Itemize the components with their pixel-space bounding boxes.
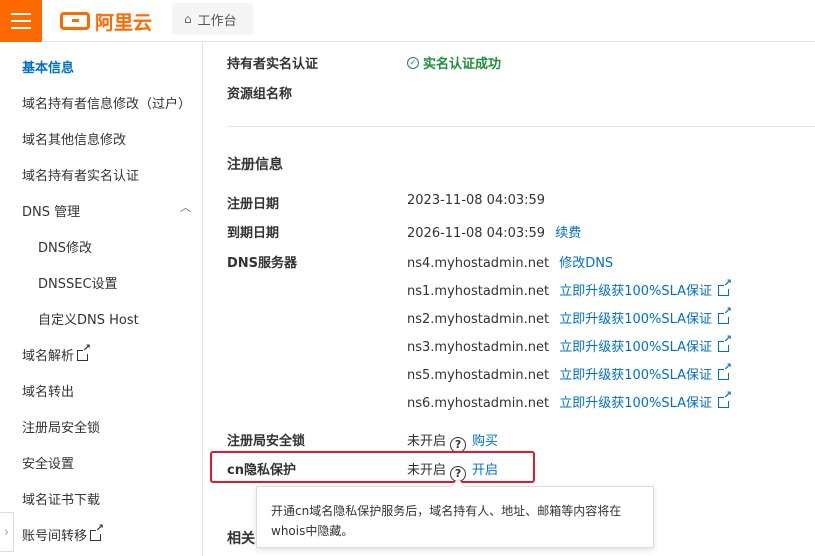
- registry-lock-row: 未开启? 购买: [407, 430, 498, 453]
- privacy-status: 未开启: [407, 463, 447, 478]
- privacy-tooltip: 开通cn域名隐私保护服务后，域名持有人、地址、邮箱等内容将在whois中隐藏。: [256, 478, 654, 548]
- top-bar: 阿里云 ⌂ 工作台: [0, 0, 815, 42]
- external-link-icon: [718, 279, 733, 296]
- logo-mark-icon: [60, 12, 90, 30]
- registration-title: 注册信息: [227, 157, 283, 173]
- dns-host: ns6.myhostadmin.net: [407, 396, 550, 411]
- dns-row: ns4.myhostadmin.net 修改DNS: [407, 252, 613, 271]
- sidebar-item-dns-modify[interactable]: DNS修改: [38, 237, 92, 256]
- check-circle-icon: ✓: [407, 56, 419, 69]
- exp-date-row: 2026-11-08 04:03:59 续费: [407, 222, 581, 241]
- dns-row: ns5.myhostadmin.net 立即升级获100%SLA保证: [407, 363, 733, 383]
- reg-date-value: 2023-11-08 04:03:59: [407, 193, 546, 208]
- sidebar-collapse-handle[interactable]: ›: [0, 512, 14, 552]
- main-content: 持有者实名认证 ✓ 实名认证成功 资源组名称 注册信息 注册日期 2023-11…: [204, 42, 815, 556]
- tooltip-text: 开通cn域名隐私保护服务后，域名持有人、地址、邮箱等内容将在whois中隐藏。: [271, 504, 622, 538]
- dns-host: ns4.myhostadmin.net: [407, 256, 550, 271]
- dns-row: ns2.myhostadmin.net 立即升级获100%SLA保证: [407, 307, 733, 327]
- enable-privacy-link[interactable]: 开启: [472, 463, 498, 478]
- upgrade-sla-link[interactable]: 立即升级获100%SLA保证: [559, 312, 712, 327]
- external-link-icon: [77, 344, 92, 361]
- chevron-right-icon: ›: [4, 525, 9, 539]
- dns-row: ns3.myhostadmin.net 立即升级获100%SLA保证: [407, 335, 733, 355]
- privacy-label: cn隐私保护: [227, 463, 296, 478]
- dns-host: ns3.myhostadmin.net: [407, 340, 550, 355]
- realname-value: 实名认证成功: [423, 57, 502, 72]
- external-link-icon: [718, 307, 733, 324]
- menu-icon[interactable]: [0, 0, 42, 42]
- dns-row: ns6.myhostadmin.net 立即升级获100%SLA保证: [407, 391, 733, 411]
- aliyun-logo[interactable]: 阿里云: [60, 9, 153, 34]
- upgrade-sla-link[interactable]: 立即升级获100%SLA保证: [559, 340, 712, 355]
- sidebar-item-registry-lock[interactable]: 注册局安全锁: [22, 417, 100, 436]
- sidebar-item-realname[interactable]: 域名持有者实名认证: [22, 165, 139, 184]
- sidebar-item-account-transfer[interactable]: 账号间转移: [22, 524, 105, 544]
- sidebar: 基本信息 域名持有者信息修改（过户） 域名其他信息修改 域名持有者实名认证 DN…: [0, 42, 203, 556]
- home-icon: ⌂: [184, 12, 192, 26]
- sidebar-item-transfer-out[interactable]: 域名转出: [22, 381, 74, 400]
- buy-lock-link[interactable]: 购买: [472, 434, 498, 449]
- sidebar-item-dnssec[interactable]: DNSSEC设置: [38, 273, 118, 292]
- sidebar-item-custom-dns-host[interactable]: 自定义DNS Host: [38, 309, 139, 328]
- resource-group-label: 资源组名称: [227, 87, 293, 102]
- dns-host: ns5.myhostadmin.net: [407, 368, 550, 383]
- sidebar-item-dns-manage[interactable]: DNS 管理: [22, 201, 80, 220]
- reg-date-label: 注册日期: [227, 197, 280, 212]
- dns-label: DNS服务器: [227, 256, 298, 271]
- exp-date-label: 到期日期: [227, 226, 280, 241]
- upgrade-sla-link[interactable]: 立即升级获100%SLA保证: [559, 368, 712, 383]
- external-link-icon: [718, 391, 733, 408]
- related-title: 相关: [227, 531, 255, 547]
- privacy-row: 未开启? 开启: [407, 459, 498, 482]
- realname-status: ✓ 实名认证成功: [407, 53, 501, 72]
- workbench-button[interactable]: ⌂ 工作台: [172, 3, 253, 35]
- external-link-icon: [718, 335, 733, 352]
- registry-lock-status: 未开启: [407, 434, 447, 449]
- registry-lock-label: 注册局安全锁: [227, 434, 306, 449]
- sidebar-item-cert-download[interactable]: 域名证书下载: [22, 489, 100, 508]
- sidebar-item-security[interactable]: 安全设置: [22, 453, 74, 472]
- sidebar-item-basic-info[interactable]: 基本信息: [22, 57, 74, 76]
- exp-date-value: 2026-11-08 04:03:59: [407, 226, 546, 241]
- renew-link[interactable]: 续费: [555, 226, 581, 241]
- realname-label: 持有者实名认证: [227, 57, 319, 72]
- external-link-icon: [90, 524, 105, 541]
- sidebar-item-other-info[interactable]: 域名其他信息修改: [22, 129, 126, 148]
- dns-host: ns1.myhostadmin.net: [407, 284, 550, 299]
- dns-row: ns1.myhostadmin.net 立即升级获100%SLA保证: [407, 279, 733, 299]
- divider: [227, 126, 815, 127]
- upgrade-sla-link[interactable]: 立即升级获100%SLA保证: [559, 396, 712, 411]
- upgrade-sla-link[interactable]: 立即升级获100%SLA保证: [559, 284, 712, 299]
- chevron-up-icon[interactable]: ︿: [180, 199, 191, 215]
- modify-dns-link[interactable]: 修改DNS: [559, 256, 613, 271]
- workbench-label: 工作台: [197, 13, 237, 29]
- sidebar-item-holder-change[interactable]: 域名持有者信息修改（过户）: [22, 93, 191, 112]
- logo-text: 阿里云: [95, 11, 153, 34]
- external-link-icon: [718, 363, 733, 380]
- sidebar-item-dns-resolve[interactable]: 域名解析: [22, 344, 92, 364]
- dns-host: ns2.myhostadmin.net: [407, 312, 550, 327]
